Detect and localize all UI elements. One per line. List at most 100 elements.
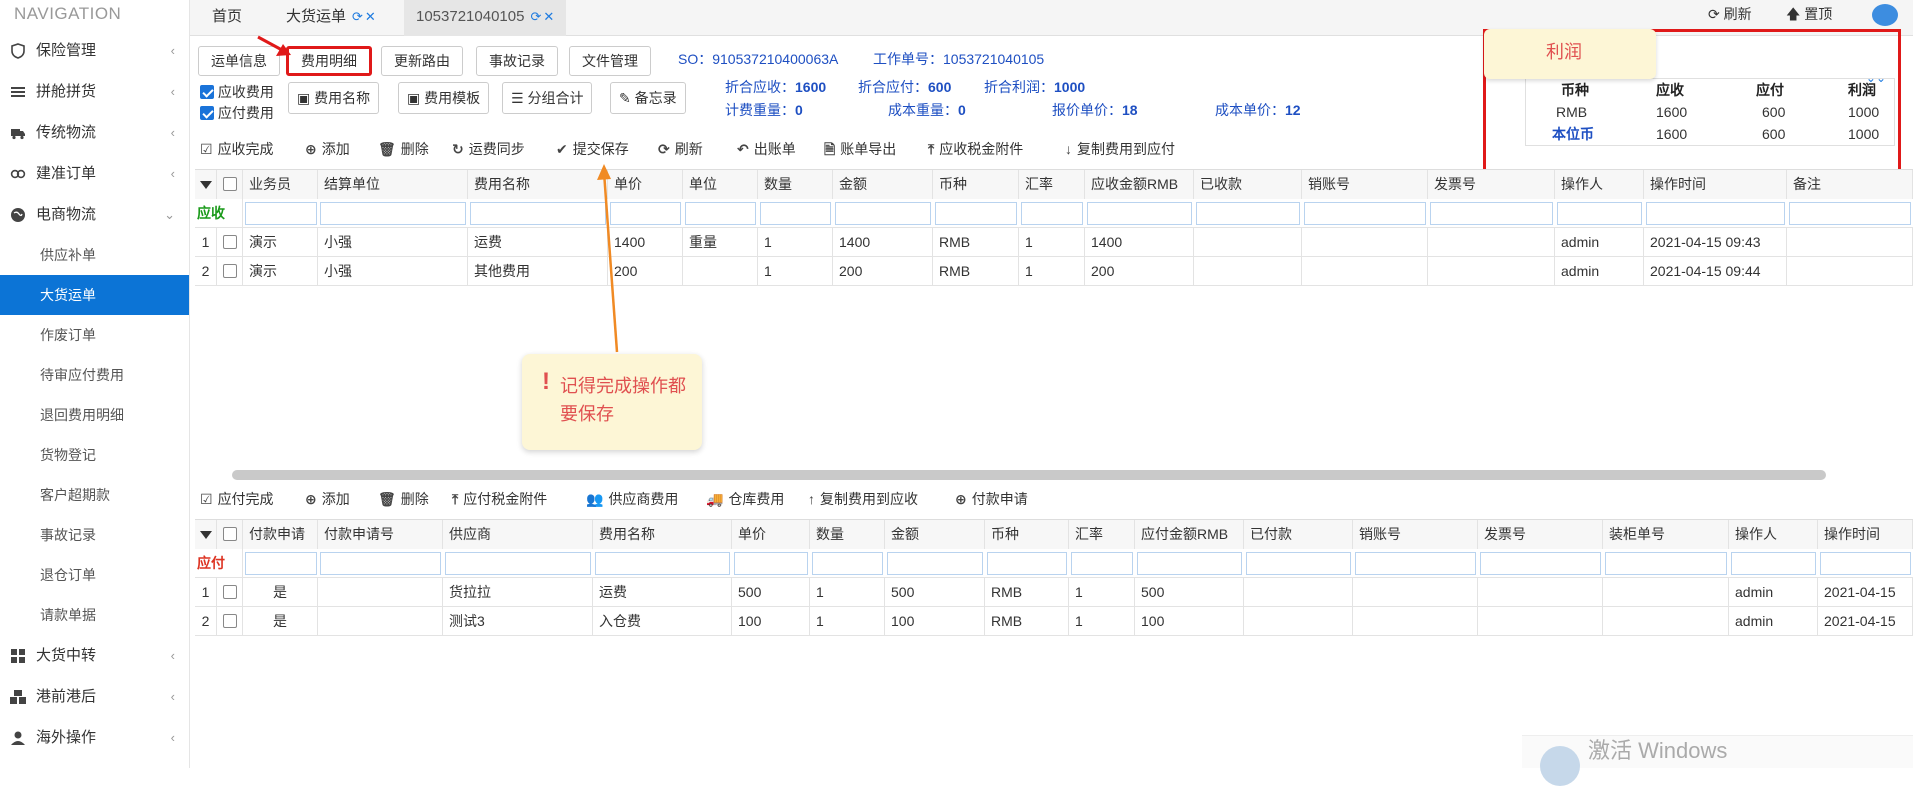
column-header[interactable]: 发票号 (1428, 170, 1555, 199)
table-cell[interactable]: 1 (1069, 578, 1135, 607)
row-checkbox[interactable] (217, 578, 243, 607)
table-cell[interactable]: 其他费用 (468, 257, 608, 286)
table-cell[interactable]: 2021-04-15 (1818, 607, 1913, 636)
table-cell[interactable] (1194, 257, 1302, 286)
filter-input[interactable] (595, 552, 730, 575)
checkbox-checked[interactable] (200, 106, 214, 120)
filter-input[interactable] (470, 202, 606, 225)
table-cell[interactable] (1302, 228, 1428, 257)
table-cell[interactable]: 1400 (608, 228, 683, 257)
table-cell[interactable]: 200 (1085, 257, 1194, 286)
refresh-button[interactable]: ⟳ 刷新 (1708, 0, 1752, 28)
close-icon[interactable]: ✕ (543, 9, 554, 24)
filter-input[interactable] (1646, 202, 1785, 225)
table-cell[interactable]: 是 (243, 607, 318, 636)
column-header[interactable]: 操作人 (1729, 520, 1818, 549)
filter-input[interactable] (1789, 202, 1911, 225)
table-cell[interactable]: 500 (1135, 578, 1244, 607)
sub-item-return-orders[interactable]: 退仓订单 (0, 555, 189, 595)
table-cell[interactable]: 100 (1135, 607, 1244, 636)
filter-input[interactable] (445, 552, 591, 575)
table-cell[interactable] (1194, 228, 1302, 257)
filter-input[interactable] (1071, 552, 1133, 575)
checkbox-checked[interactable] (200, 85, 214, 99)
sub-item-overdue[interactable]: 客户超期款 (0, 475, 189, 515)
nav-item-port[interactable]: 港前港后 ‹ (0, 676, 189, 717)
table-cell[interactable]: 2021-04-15 09:43 (1644, 228, 1787, 257)
table-cell[interactable]: 1 (758, 257, 833, 286)
filter-input[interactable] (1605, 552, 1727, 575)
filter-input[interactable] (935, 202, 1017, 225)
table-cell[interactable]: 重量 (683, 228, 758, 257)
sub-item-returned-fees[interactable]: 退回费用明细 (0, 395, 189, 435)
sub-item-pending-payables[interactable]: 待审应付费用 (0, 355, 189, 395)
table-cell[interactable] (683, 257, 758, 286)
copy-to-payable-button[interactable]: ↓ 复制费用到应付 (1065, 135, 1175, 163)
table-cell[interactable]: 1400 (833, 228, 933, 257)
table-cell[interactable] (1603, 578, 1729, 607)
tab-update-route[interactable]: 更新路由 (381, 46, 463, 76)
filter-input[interactable] (760, 202, 831, 225)
filter-input[interactable] (685, 202, 756, 225)
table-cell[interactable]: 200 (833, 257, 933, 286)
submit-save-button[interactable]: ✔ 提交保存 (556, 135, 629, 163)
table-cell[interactable] (318, 578, 443, 607)
table-cell[interactable]: 100 (885, 607, 985, 636)
filter-input[interactable] (1246, 552, 1351, 575)
column-header[interactable]: 装柜单号 (1603, 520, 1729, 549)
column-header[interactable]: 业务员 (243, 170, 318, 199)
filter-input[interactable] (1731, 552, 1816, 575)
filter-input[interactable] (1820, 552, 1911, 575)
table-cell[interactable]: 演示 (243, 228, 318, 257)
sub-item-payment-requests[interactable]: 请款单据 (0, 595, 189, 635)
nav-item-insurance[interactable]: 保险管理 ‹ (0, 30, 189, 71)
column-header[interactable]: 数量 (810, 520, 885, 549)
sub-item-supply-order[interactable]: 供应补单 (0, 235, 189, 275)
table-cell[interactable]: 200 (608, 257, 683, 286)
table-cell[interactable] (1244, 607, 1353, 636)
table-cell[interactable]: 小强 (318, 257, 468, 286)
table-cell[interactable]: RMB (985, 607, 1069, 636)
sub-item-incidents[interactable]: 事故记录 (0, 515, 189, 555)
sub-item-void-orders[interactable]: 作废订单 (0, 315, 189, 355)
table-cell[interactable]: 2021-04-15 (1818, 578, 1913, 607)
nav-item-ecommerce[interactable]: 电商物流 ⌄ (0, 194, 189, 235)
table-cell[interactable] (1428, 228, 1555, 257)
filter-input[interactable] (1557, 202, 1642, 225)
column-header[interactable]: 币种 (985, 520, 1069, 549)
filter-icon[interactable] (195, 520, 217, 549)
column-header[interactable]: 已收款 (1194, 170, 1302, 199)
filter-input[interactable] (610, 202, 681, 225)
receivable-complete-button[interactable]: ☑ 应收完成 (200, 135, 274, 163)
column-header[interactable]: 汇率 (1069, 520, 1135, 549)
sub-item-bulk-waybill[interactable]: 大货运单 (0, 275, 189, 315)
tab-home[interactable]: 首页 (212, 0, 242, 36)
table-cell[interactable] (1478, 607, 1603, 636)
table-cell[interactable]: 是 (243, 578, 318, 607)
table-cell[interactable] (1244, 578, 1353, 607)
payable-fee-checkbox[interactable]: 应付费用 (200, 103, 274, 123)
freight-sync-button[interactable]: ↻ 运费同步 (452, 135, 525, 163)
sub-item-goods-register[interactable]: 货物登记 (0, 435, 189, 475)
tab-file-management[interactable]: 文件管理 (569, 46, 651, 76)
avatar[interactable] (1872, 4, 1898, 26)
column-header[interactable]: 销账号 (1302, 170, 1428, 199)
tab-fee-detail[interactable]: 费用明细 (286, 46, 372, 76)
receivable-fee-checkbox[interactable]: 应收费用 (200, 82, 274, 102)
table-cell[interactable]: admin (1729, 578, 1818, 607)
row-checkbox[interactable] (217, 228, 243, 257)
payable-complete-button[interactable]: ☑ 应付完成 (200, 485, 274, 513)
tab-bulk-waybill[interactable]: 大货运单 ⟳ ✕ (286, 0, 376, 36)
nav-item-bulk-transfer[interactable]: 大货中转 ‹ (0, 635, 189, 676)
bill-export-button[interactable]: 🗎 账单导出 (824, 135, 896, 163)
table-cell[interactable]: 500 (732, 578, 810, 607)
row-checkbox[interactable] (217, 257, 243, 286)
table-cell[interactable] (1787, 257, 1913, 286)
table-cell[interactable]: admin (1555, 257, 1644, 286)
column-header[interactable]: 备注 (1787, 170, 1913, 199)
add-button[interactable]: ⊕ 添加 (305, 135, 350, 163)
column-header[interactable]: 发票号 (1478, 520, 1603, 549)
filter-input[interactable] (812, 552, 883, 575)
table-cell[interactable]: 1400 (1085, 228, 1194, 257)
table-cell[interactable] (1603, 607, 1729, 636)
